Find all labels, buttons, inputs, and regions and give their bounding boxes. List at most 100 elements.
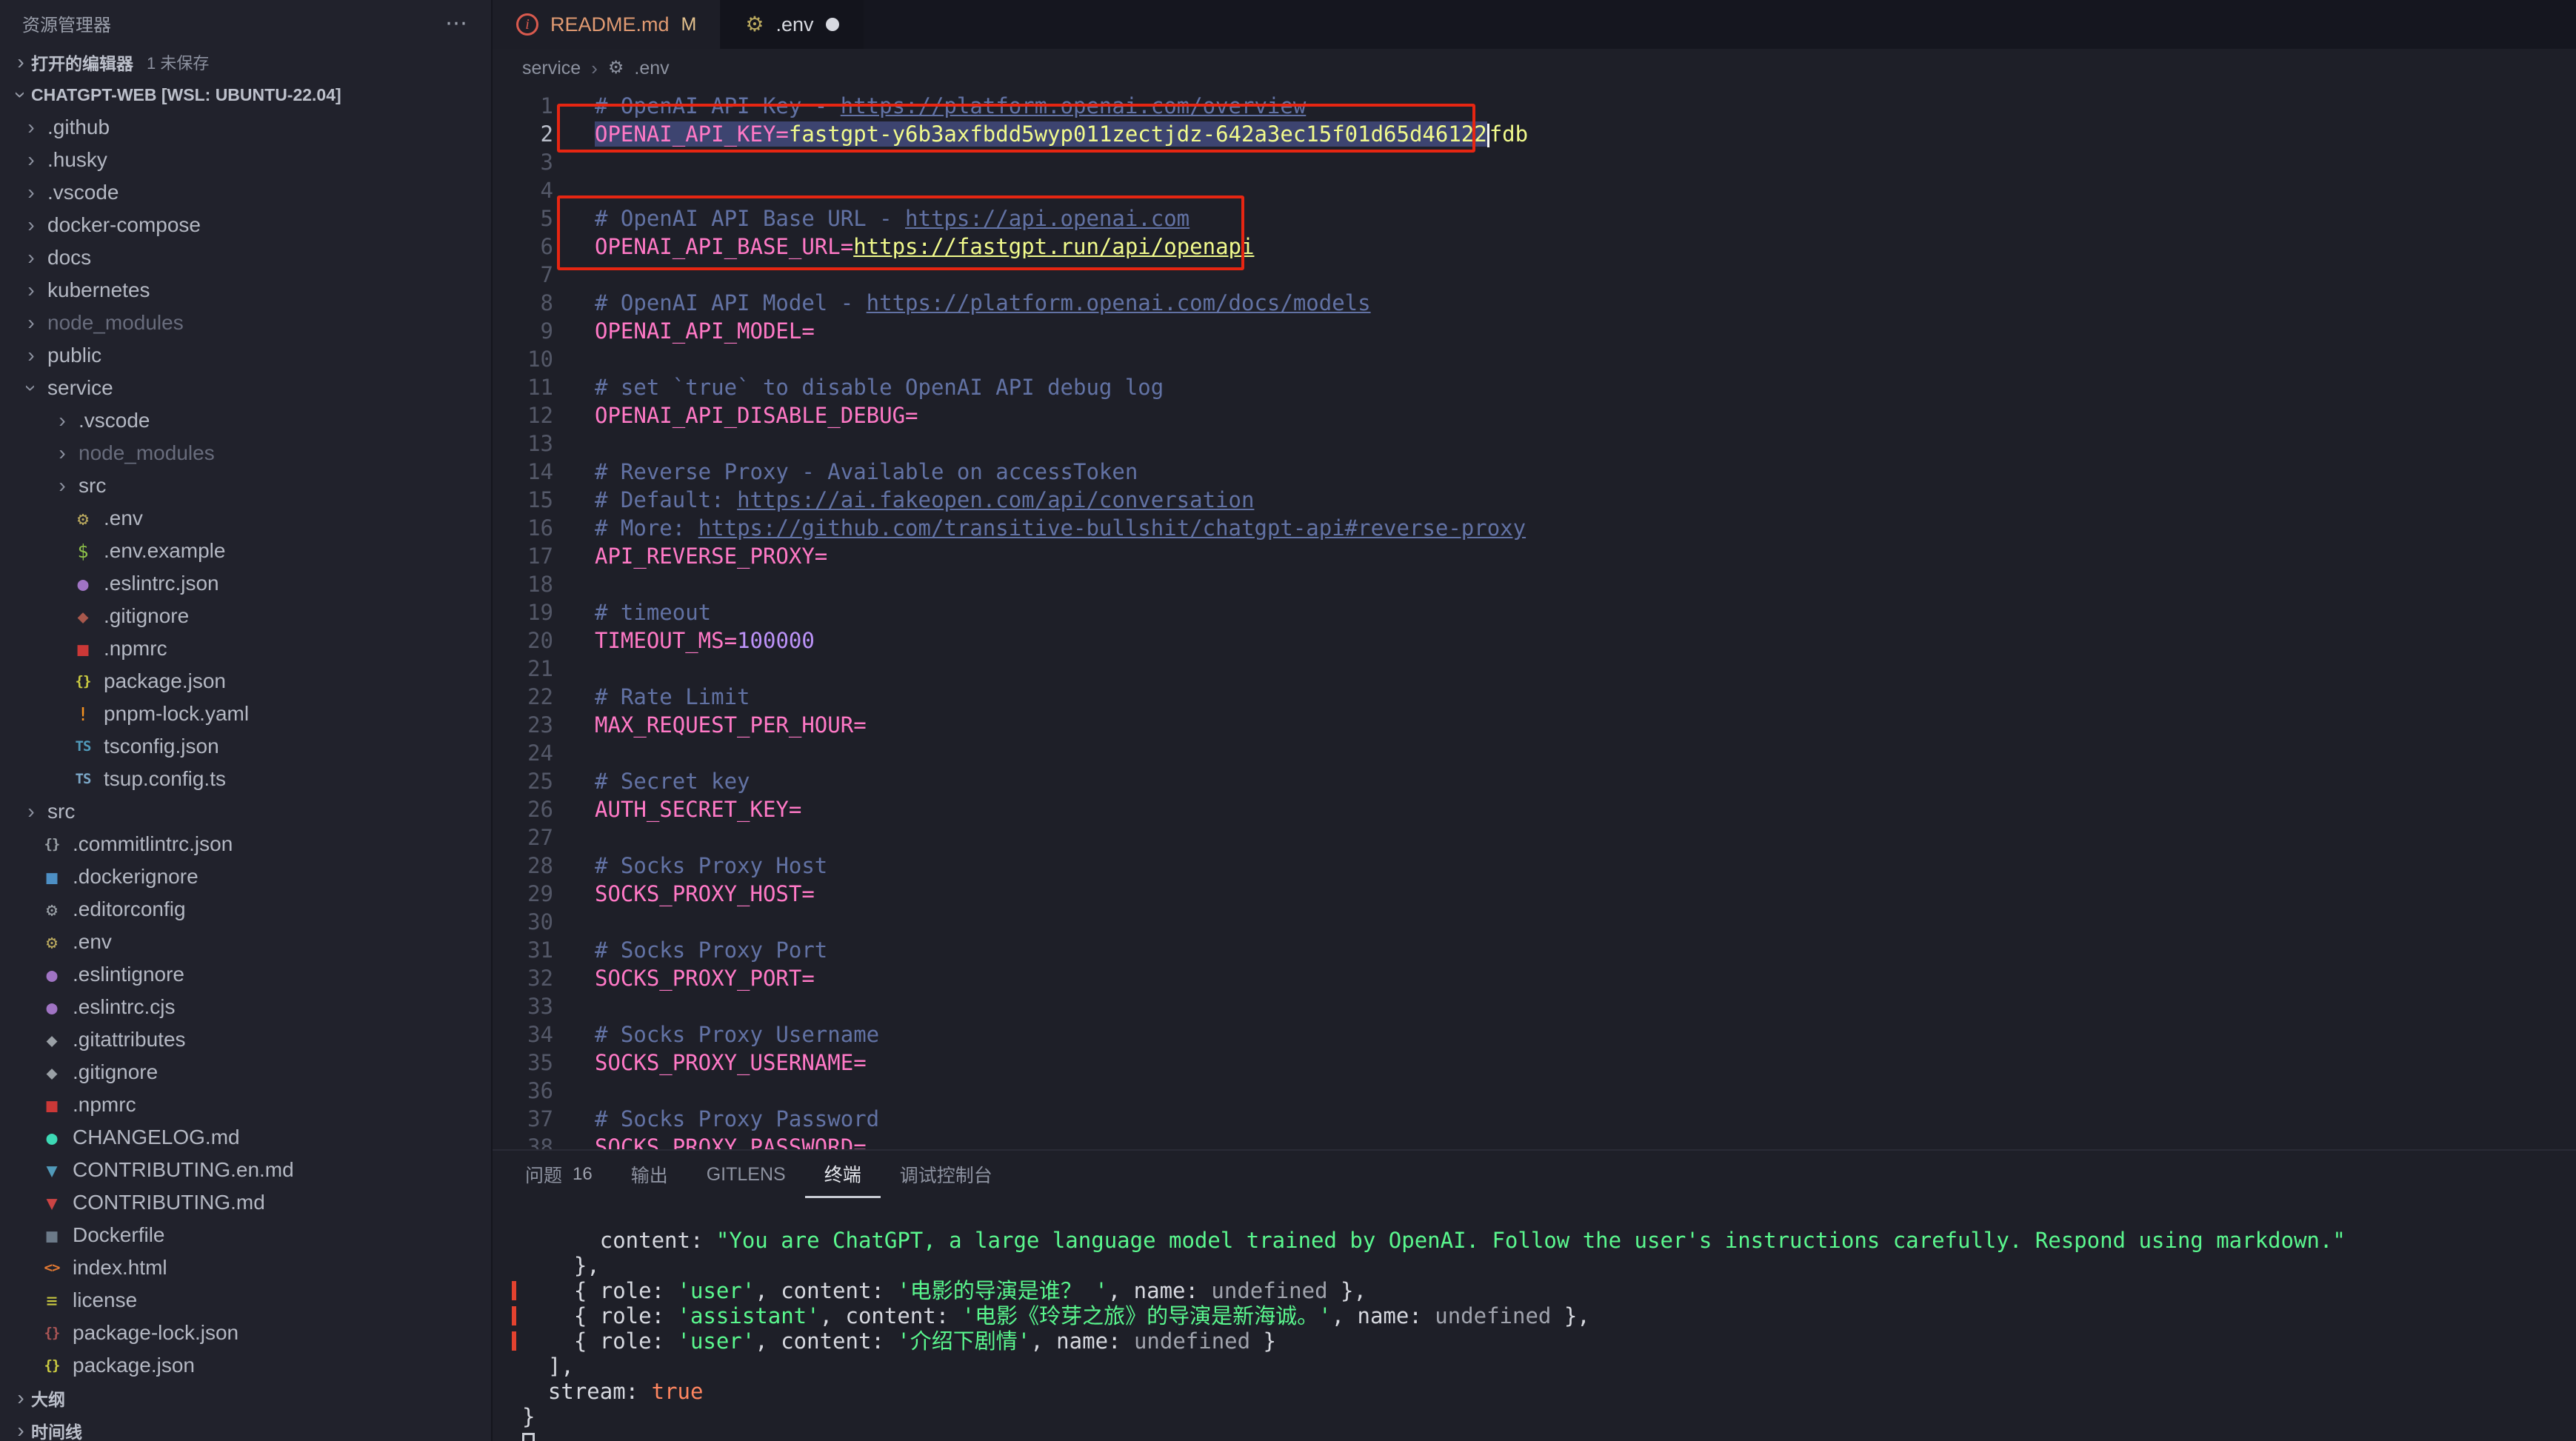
- tree-file-license[interactable]: ≡license: [0, 1284, 491, 1317]
- code-line-29[interactable]: 29SOCKS_PROXY_HOST=: [493, 880, 2576, 908]
- tab-readme-md[interactable]: README.md M: [493, 0, 721, 49]
- code-line-35[interactable]: 35SOCKS_PROXY_USERNAME=: [493, 1049, 2576, 1077]
- code-line-33[interactable]: 33: [493, 992, 2576, 1020]
- code-line-10[interactable]: 10: [493, 345, 2576, 373]
- breadcrumb-item-env[interactable]: .env: [634, 58, 669, 79]
- tree-folder-service[interactable]: ›service: [0, 372, 491, 404]
- code-line-32[interactable]: 32SOCKS_PROXY_PORT=: [493, 964, 2576, 992]
- tree-file-package.json[interactable]: {}package.json: [0, 665, 491, 698]
- code-line-4[interactable]: 4: [493, 176, 2576, 204]
- tree-file-.eslintrc.json[interactable]: ●.eslintrc.json: [0, 567, 491, 600]
- tree-file-.eslintignore[interactable]: ●.eslintignore: [0, 958, 491, 991]
- code-line-36[interactable]: 36: [493, 1077, 2576, 1105]
- unsaved-dot-icon[interactable]: [826, 18, 839, 31]
- tab-env[interactable]: .env: [721, 0, 864, 49]
- tree-folder-.vscode[interactable]: ›.vscode: [0, 176, 491, 209]
- code-line-5[interactable]: 5# OpenAI API Base URL - https://api.ope…: [493, 204, 2576, 233]
- tree-folder-public[interactable]: ›public: [0, 339, 491, 372]
- code-line-38[interactable]: 38SOCKS_PROXY_PASSWORD=: [493, 1133, 2576, 1149]
- code-line-26[interactable]: 26AUTH_SECRET_KEY=: [493, 795, 2576, 823]
- tree-folder-node_modules[interactable]: ›node_modules: [0, 307, 491, 339]
- tree-folder-src[interactable]: ›src: [0, 795, 491, 828]
- code-line-24[interactable]: 24: [493, 739, 2576, 767]
- tree-file-.npmrc[interactable]: ■.npmrc: [0, 1089, 491, 1121]
- panel-tab-output[interactable]: 输出: [612, 1151, 687, 1198]
- code-line-14[interactable]: 14# Reverse Proxy - Available on accessT…: [493, 458, 2576, 486]
- code-line-2[interactable]: 2OPENAI_API_KEY=fastgpt-y6b3axfbdd5wyp01…: [493, 120, 2576, 148]
- tree-item-label: .github: [47, 116, 110, 139]
- tree-file-CHANGELOG.md[interactable]: ●CHANGELOG.md: [0, 1121, 491, 1154]
- tree-folder-src[interactable]: ›src: [0, 469, 491, 502]
- tree-file-CONTRIBUTING.md[interactable]: ▼CONTRIBUTING.md: [0, 1186, 491, 1219]
- gear-icon: [608, 59, 624, 77]
- code-line-37[interactable]: 37# Socks Proxy Password: [493, 1105, 2576, 1133]
- tree-folder-node_modules[interactable]: ›node_modules: [0, 437, 491, 469]
- tree-file-.commitlintrc.json[interactable]: {}.commitlintrc.json: [0, 828, 491, 860]
- code-line-28[interactable]: 28# Socks Proxy Host: [493, 852, 2576, 880]
- tree-file-.editorconfig[interactable]: ⚙.editorconfig: [0, 893, 491, 926]
- panel-tab-debug-console[interactable]: 调试控制台: [881, 1151, 1012, 1198]
- code-editor[interactable]: 1# OpenAI API Key - https://platform.ope…: [493, 87, 2576, 1149]
- tree-file-CONTRIBUTING.en.md[interactable]: ▼CONTRIBUTING.en.md: [0, 1154, 491, 1186]
- tree-folder-.vscode[interactable]: ›.vscode: [0, 404, 491, 437]
- code-line-8[interactable]: 8# OpenAI API Model - https://platform.o…: [493, 289, 2576, 317]
- code-line-15[interactable]: 15# Default: https://ai.fakeopen.com/api…: [493, 486, 2576, 514]
- code-token: OPENAI_API_BASE_URL=: [595, 234, 853, 259]
- workspace-section[interactable]: CHATGPT-WEB [WSL: UBUNTU-22.04]: [0, 78, 491, 111]
- tree-file-pnpm-lock.yaml[interactable]: !pnpm-lock.yaml: [0, 698, 491, 730]
- code-line-13[interactable]: 13: [493, 429, 2576, 458]
- code-line-3[interactable]: 3: [493, 148, 2576, 176]
- more-actions-icon[interactable]: ⋯: [445, 10, 469, 36]
- outline-section[interactable]: 大纲: [0, 1382, 491, 1414]
- breadcrumb-item-service[interactable]: service: [522, 58, 581, 79]
- tree-file-.gitattributes[interactable]: ◆.gitattributes: [0, 1023, 491, 1056]
- code-line-6[interactable]: 6OPENAI_API_BASE_URL=https://fastgpt.run…: [493, 233, 2576, 261]
- tree-file-index.html[interactable]: <>index.html: [0, 1251, 491, 1284]
- tree-folder-kubernetes[interactable]: ›kubernetes: [0, 274, 491, 307]
- tree-file-.gitignore[interactable]: ◆.gitignore: [0, 600, 491, 632]
- open-editors-section[interactable]: 打开的编辑器 1 未保存: [0, 46, 491, 78]
- code-line-34[interactable]: 34# Socks Proxy Username: [493, 1020, 2576, 1049]
- code-line-20[interactable]: 20TIMEOUT_MS=100000: [493, 626, 2576, 655]
- code-line-25[interactable]: 25# Secret key: [493, 767, 2576, 795]
- tree-folder-.github[interactable]: ›.github: [0, 111, 491, 144]
- tree-folder-.husky[interactable]: ›.husky: [0, 144, 491, 176]
- code-line-11[interactable]: 11# set `true` to disable OpenAI API deb…: [493, 373, 2576, 401]
- code-line-23[interactable]: 23MAX_REQUEST_PER_HOUR=: [493, 711, 2576, 739]
- code-line-31[interactable]: 31# Socks Proxy Port: [493, 936, 2576, 964]
- code-line-1[interactable]: 1# OpenAI API Key - https://platform.ope…: [493, 92, 2576, 120]
- code-line-9[interactable]: 9OPENAI_API_MODEL=: [493, 317, 2576, 345]
- code-line-22[interactable]: 22# Rate Limit: [493, 683, 2576, 711]
- tree-file-.dockerignore[interactable]: ■.dockerignore: [0, 860, 491, 893]
- code-line-19[interactable]: 19# timeout: [493, 598, 2576, 626]
- tree-file-Dockerfile[interactable]: ■Dockerfile: [0, 1219, 491, 1251]
- tree-file-tsconfig.json[interactable]: TStsconfig.json: [0, 730, 491, 763]
- tree-file-.gitignore[interactable]: ◆.gitignore: [0, 1056, 491, 1089]
- panel-tab-gitlens[interactable]: GITLENS: [687, 1151, 805, 1198]
- tree-file-.env[interactable]: ⚙.env: [0, 926, 491, 958]
- code-line-16[interactable]: 16# More: https://github.com/transitive-…: [493, 514, 2576, 542]
- code-line-27[interactable]: 27: [493, 823, 2576, 852]
- code-line-18[interactable]: 18: [493, 570, 2576, 598]
- code-line-7[interactable]: 7: [493, 261, 2576, 289]
- timeline-section[interactable]: 时间线: [0, 1414, 491, 1441]
- code-line-21[interactable]: 21: [493, 655, 2576, 683]
- docker-icon: ■: [39, 1225, 65, 1246]
- tree-file-package.json[interactable]: {}package.json: [0, 1349, 491, 1382]
- panel-tab-terminal[interactable]: 终端: [805, 1151, 881, 1198]
- tree-folder-docs[interactable]: ›docs: [0, 241, 491, 274]
- code-line-17[interactable]: 17API_REVERSE_PROXY=: [493, 542, 2576, 570]
- tree-file-.eslintrc.cjs[interactable]: ●.eslintrc.cjs: [0, 991, 491, 1023]
- tree-file-.npmrc[interactable]: ■.npmrc: [0, 632, 491, 665]
- code-line-30[interactable]: 30: [493, 908, 2576, 936]
- tree-file-tsup.config.ts[interactable]: TStsup.config.ts: [0, 763, 491, 795]
- code-line-12[interactable]: 12OPENAI_API_DISABLE_DEBUG=: [493, 401, 2576, 429]
- terminal-output[interactable]: content: "You are ChatGPT, a large langu…: [493, 1198, 2576, 1441]
- tree-file-.env.example[interactable]: $.env.example: [0, 535, 491, 567]
- panel-tab-problems[interactable]: 问题 16: [506, 1151, 612, 1198]
- tree-file-package-lock.json[interactable]: {}package-lock.json: [0, 1317, 491, 1349]
- chevron-right-icon: ›: [21, 213, 41, 237]
- tree-file-.env[interactable]: ⚙.env: [0, 502, 491, 535]
- chevron-right-icon: [10, 1386, 31, 1410]
- tree-folder-docker-compose[interactable]: ›docker-compose: [0, 209, 491, 241]
